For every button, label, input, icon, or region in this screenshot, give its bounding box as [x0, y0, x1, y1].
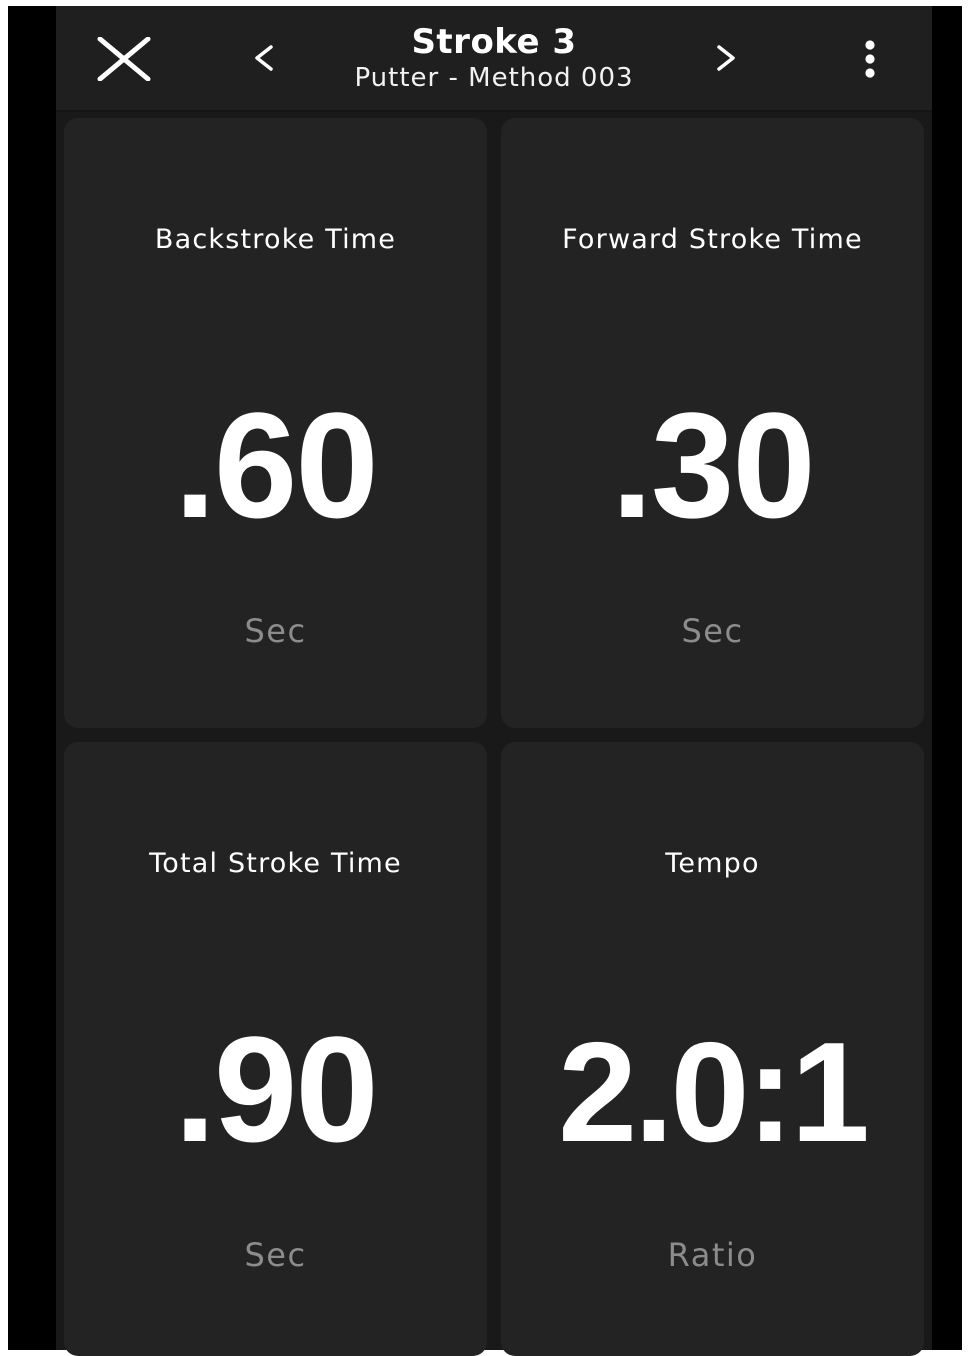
metric-card-forward-stroke-time[interactable]: Forward Stroke Time .30 Sec [501, 118, 924, 728]
metric-label: Total Stroke Time [149, 848, 402, 879]
metric-unit: Sec [244, 612, 307, 650]
metric-card-total-stroke-time[interactable]: Total Stroke Time .90 Sec [64, 742, 487, 1356]
metric-label: Tempo [665, 848, 760, 879]
close-icon [97, 37, 151, 81]
metric-unit: Ratio [667, 1236, 758, 1274]
previous-stroke-button[interactable] [244, 34, 284, 82]
metric-label: Forward Stroke Time [562, 224, 863, 255]
page-title: Stroke 3 [411, 22, 577, 62]
app-screen: Stroke 3 Putter - Method 003 Backstroke … [56, 6, 932, 1356]
top-bar: Stroke 3 Putter - Method 003 [56, 6, 932, 112]
metric-value: .30 [611, 381, 816, 549]
metric-value: .60 [174, 381, 379, 549]
close-button[interactable] [92, 32, 156, 86]
chevron-left-icon [255, 45, 273, 71]
more-vertical-icon [865, 40, 875, 78]
metric-unit: Sec [244, 1236, 307, 1274]
title-block: Stroke 3 Putter - Method 003 [294, 22, 694, 94]
metric-card-tempo[interactable]: Tempo 2.0:1 Ratio [501, 742, 924, 1356]
metric-label: Backstroke Time [154, 224, 397, 255]
metric-card-backstroke-time[interactable]: Backstroke Time .60 Sec [64, 118, 487, 728]
metric-value: 2.0:1 [558, 1013, 870, 1172]
next-stroke-button[interactable] [706, 34, 746, 82]
more-options-button[interactable] [852, 36, 888, 82]
metric-value: .90 [174, 1005, 379, 1173]
chevron-right-icon [717, 45, 735, 71]
page-subtitle: Putter - Method 003 [354, 63, 634, 93]
metric-unit: Sec [681, 612, 744, 650]
